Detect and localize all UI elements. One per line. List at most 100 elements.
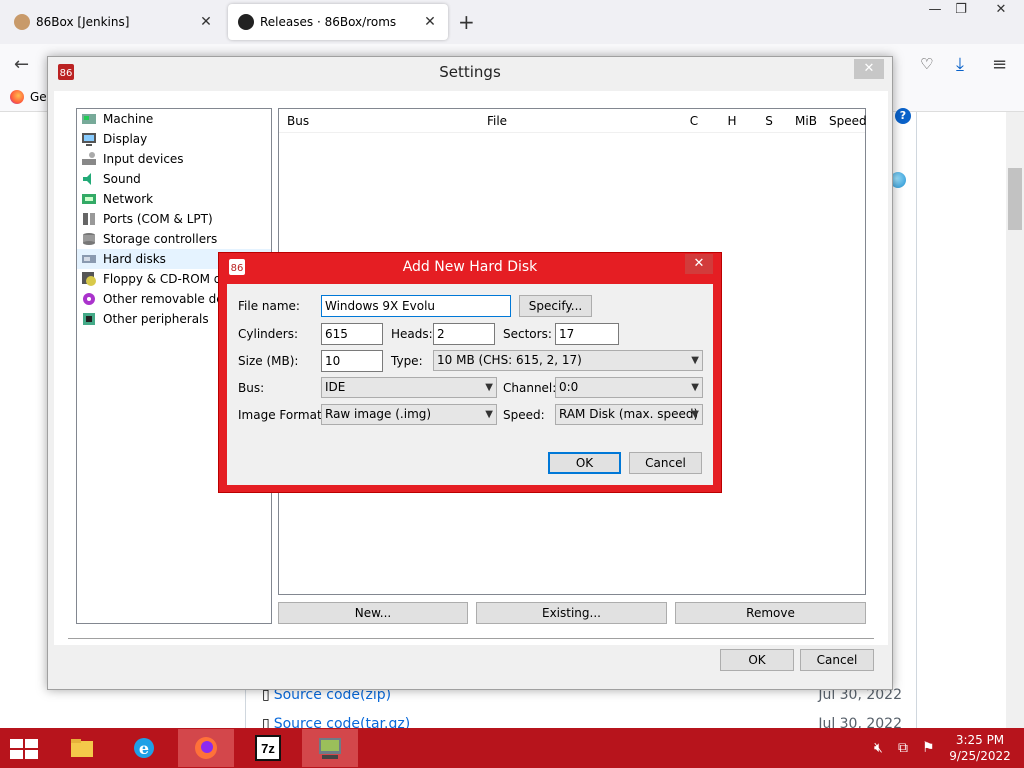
speed-select-value: RAM Disk (max. speed) bbox=[559, 407, 699, 421]
settings-cancel-button[interactable]: Cancel bbox=[800, 649, 874, 671]
chevron-down-icon: ▼ bbox=[691, 382, 699, 393]
settings-close-icon[interactable]: ✕ bbox=[854, 59, 884, 79]
removable-devices-icon bbox=[83, 293, 95, 305]
type-label: Type: bbox=[391, 354, 423, 368]
channel-label: Channel: bbox=[503, 381, 557, 395]
size-input[interactable]: 10 bbox=[321, 350, 383, 372]
heads-input[interactable]: 2 bbox=[433, 323, 495, 345]
chevron-down-icon: ▼ bbox=[485, 382, 493, 393]
category-network[interactable]: Network bbox=[77, 189, 271, 209]
existing-disk-button[interactable]: Existing... bbox=[476, 602, 667, 624]
remove-disk-button[interactable]: Remove bbox=[675, 602, 866, 624]
window-close-icon[interactable]: ✕ bbox=[986, 2, 1016, 22]
sectors-input[interactable]: 17 bbox=[555, 323, 619, 345]
image-format-select-value: Raw image (.img) bbox=[325, 407, 432, 421]
category-ports[interactable]: Ports (COM & LPT) bbox=[77, 209, 271, 229]
menu-icon[interactable]: ≡ bbox=[992, 54, 1007, 75]
type-select[interactable]: 10 MB (CHS: 615, 2, 17) ▼ bbox=[433, 350, 703, 371]
back-icon[interactable]: ← bbox=[14, 54, 29, 75]
dialog-close-icon[interactable]: ✕ bbox=[685, 254, 713, 274]
category-label: Sound bbox=[103, 172, 141, 186]
tab-close-icon[interactable]: ✕ bbox=[198, 14, 214, 30]
column-speed[interactable]: Speed bbox=[825, 114, 867, 128]
category-storage-controllers[interactable]: Storage controllers bbox=[77, 229, 271, 249]
volume-muted-icon[interactable]: 🔇︎ bbox=[874, 740, 883, 756]
category-input-devices[interactable]: Input devices bbox=[77, 149, 271, 169]
dialog-ok-button[interactable]: OK bbox=[548, 452, 621, 474]
table-header: Bus File C H S MiB Speed bbox=[279, 109, 867, 133]
peripherals-icon bbox=[83, 313, 95, 325]
downloads-icon[interactable]: ⤓ bbox=[956, 54, 964, 75]
tab-releases-roms[interactable]: Releases · 86Box/roms ✕ bbox=[228, 4, 448, 40]
add-hard-disk-dialog: 86 Add New Hard Disk ✕ File name: Window… bbox=[218, 252, 722, 493]
tab-close-icon[interactable]: ✕ bbox=[422, 14, 438, 30]
floppy-cdrom-icon bbox=[82, 272, 96, 286]
taskbar-file-explorer[interactable] bbox=[54, 729, 110, 767]
category-display[interactable]: Display bbox=[77, 129, 271, 149]
asset-link[interactable]: Source code bbox=[274, 716, 360, 728]
taskbar-86box[interactable] bbox=[302, 729, 358, 767]
network-icon bbox=[82, 194, 96, 204]
column-mib[interactable]: MiB bbox=[787, 114, 825, 128]
help-icon[interactable]: ? bbox=[895, 108, 911, 124]
start-button[interactable] bbox=[10, 739, 38, 759]
chevron-down-icon: ▼ bbox=[691, 409, 699, 420]
settings-title-bar[interactable]: 86 Settings ✕ bbox=[48, 57, 892, 87]
column-c[interactable]: C bbox=[675, 114, 713, 128]
column-bus[interactable]: Bus bbox=[279, 114, 319, 128]
settings-ok-button[interactable]: OK bbox=[720, 649, 794, 671]
pocket-icon[interactable]: ♡ bbox=[920, 55, 933, 73]
svg-text:e: e bbox=[139, 739, 149, 758]
clock-time: 3:25 PM bbox=[955, 733, 1005, 747]
speed-select[interactable]: RAM Disk (max. speed) ▼ bbox=[555, 404, 703, 425]
image-format-label: Image Format: bbox=[238, 408, 326, 422]
asset-row[interactable]: ▯ Source code (tar.gz) Jul 30, 2022 bbox=[262, 716, 902, 728]
taskbar-clock[interactable]: 3:25 PM 9/25/2022 bbox=[944, 732, 1016, 764]
taskbar-firefox[interactable] bbox=[178, 729, 234, 767]
cylinders-label: Cylinders: bbox=[238, 327, 298, 341]
column-s[interactable]: S bbox=[751, 114, 787, 128]
taskbar-internet-explorer[interactable]: e bbox=[116, 729, 172, 767]
hard-disks-icon bbox=[82, 255, 96, 263]
firefox-icon bbox=[195, 737, 217, 759]
category-label: Network bbox=[103, 192, 154, 206]
action-center-flag-icon[interactable]: ⚑ bbox=[922, 740, 935, 756]
category-sound[interactable]: Sound bbox=[77, 169, 271, 189]
tab-86box-jenkins[interactable]: 86Box [Jenkins] ✕ bbox=[4, 4, 224, 40]
image-format-select[interactable]: Raw image (.img) ▼ bbox=[321, 404, 497, 425]
channel-select-value: 0:0 bbox=[559, 380, 579, 394]
bus-select[interactable]: IDE ▼ bbox=[321, 377, 497, 398]
network-tray-icon[interactable]: ⧉ bbox=[898, 740, 908, 756]
category-label: Storage controllers bbox=[103, 232, 218, 246]
channel-select[interactable]: 0:0 ▼ bbox=[555, 377, 703, 398]
file-name-label: File name: bbox=[238, 299, 300, 313]
file-name-input[interactable]: Windows 9X Evolu bbox=[321, 295, 511, 317]
column-h[interactable]: H bbox=[713, 114, 751, 128]
ports-icon bbox=[83, 213, 95, 225]
specify-button[interactable]: Specify... bbox=[519, 295, 592, 317]
firefox-icon bbox=[10, 90, 24, 104]
dialog-body: File name: Windows 9X Evolu Specify... C… bbox=[227, 284, 713, 485]
bus-label: Bus: bbox=[238, 381, 265, 395]
sound-icon bbox=[83, 173, 91, 185]
sectors-label: Sectors: bbox=[503, 327, 552, 341]
dialog-title-bar[interactable]: 86 Add New Hard Disk ✕ bbox=[219, 253, 721, 281]
taskbar-7zip[interactable]: 7z bbox=[240, 729, 296, 767]
cylinders-input[interactable]: 615 bbox=[321, 323, 383, 345]
category-label: Ports (COM & LPT) bbox=[103, 212, 213, 226]
zip-icon: ▯ bbox=[262, 716, 270, 728]
asset-date: Jul 30, 2022 bbox=[818, 716, 902, 728]
heads-label: Heads: bbox=[391, 327, 433, 341]
display-icon bbox=[82, 133, 96, 146]
chevron-down-icon: ▼ bbox=[691, 355, 699, 366]
new-tab-icon[interactable]: + bbox=[458, 10, 475, 34]
column-file[interactable]: File bbox=[319, 114, 675, 128]
footer-divider bbox=[68, 638, 874, 639]
restore-icon[interactable]: ❐ bbox=[946, 2, 976, 22]
bookmark-item[interactable]: Ge bbox=[10, 90, 47, 104]
category-machine[interactable]: Machine bbox=[77, 109, 271, 129]
page-scrollbar-thumb[interactable] bbox=[1008, 168, 1022, 230]
new-disk-button[interactable]: New... bbox=[278, 602, 468, 624]
dialog-cancel-button[interactable]: Cancel bbox=[629, 452, 702, 474]
bus-select-value: IDE bbox=[325, 380, 346, 394]
